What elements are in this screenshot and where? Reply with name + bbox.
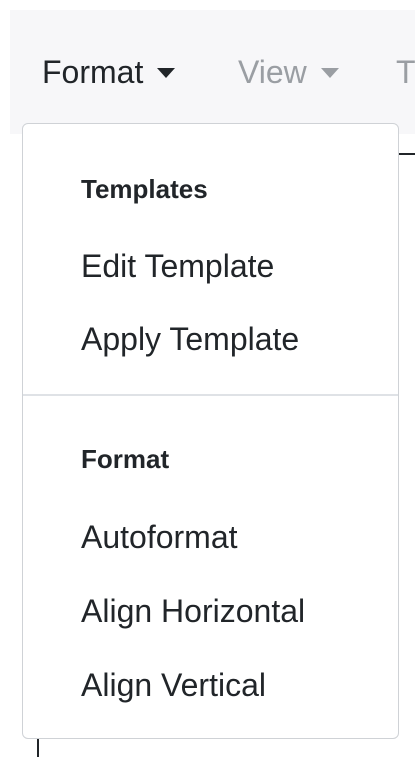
dropdown-divider: [23, 394, 398, 396]
dropdown-header-templates: Templates: [81, 174, 208, 204]
menu-item-edit-template[interactable]: Edit Template: [81, 244, 274, 288]
menu-view-label: View: [238, 54, 307, 90]
menu-view[interactable]: View: [238, 50, 339, 94]
menu-item-autoformat[interactable]: Autoformat: [81, 515, 238, 559]
dropdown-header-format: Format: [81, 444, 170, 474]
caret-down-icon: [320, 68, 339, 78]
menu-next-truncated[interactable]: T: [396, 50, 415, 94]
menu-format-label: Format: [42, 54, 144, 90]
menu-format[interactable]: Format: [42, 50, 176, 94]
menu-next-label: T: [396, 54, 415, 90]
menu-item-apply-template[interactable]: Apply Template: [81, 317, 299, 361]
caret-down-icon: [157, 68, 176, 78]
menu-item-align-vertical[interactable]: Align Vertical: [81, 663, 266, 707]
format-dropdown-menu: Templates Edit Template Apply Template F…: [22, 123, 399, 739]
app-root: Format View T Templates Edit Template Ap…: [0, 0, 415, 757]
menu-item-align-horizontal[interactable]: Align Horizontal: [81, 589, 305, 633]
